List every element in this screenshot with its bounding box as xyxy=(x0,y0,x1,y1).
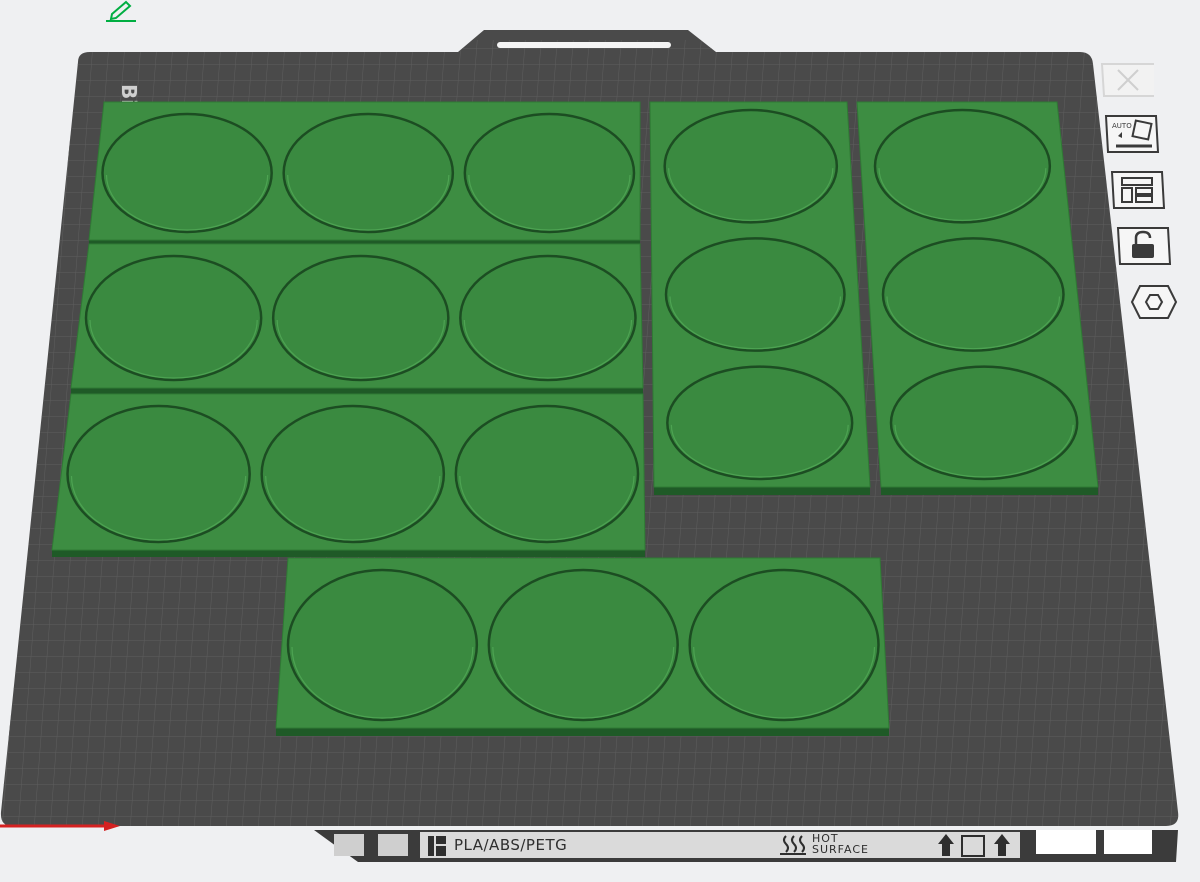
pocket xyxy=(459,254,637,382)
hot-surface-text-2: SURFACE xyxy=(812,843,869,856)
edit-plate-button[interactable] xyxy=(102,0,138,24)
pocket xyxy=(260,404,446,544)
model-base-tray-1x3-a[interactable] xyxy=(649,101,871,495)
model-base-tray-3x1-b[interactable] xyxy=(70,243,644,394)
pocket xyxy=(282,112,455,234)
pocket xyxy=(873,108,1052,224)
filament-type-label: PLA/ABS/PETG xyxy=(454,836,568,854)
close-plate-button[interactable] xyxy=(1098,60,1154,100)
arrange-button[interactable] xyxy=(1110,170,1166,210)
pocket xyxy=(487,568,679,722)
pocket xyxy=(66,404,251,544)
model-base-tray-3x1-a[interactable] xyxy=(88,101,641,245)
pocket xyxy=(454,404,640,544)
pocket xyxy=(84,254,263,382)
pocket xyxy=(688,568,880,722)
pencil-icon xyxy=(106,0,136,22)
pocket xyxy=(663,108,839,224)
model-base-tray-3x1-d[interactable] xyxy=(275,557,890,736)
plate-type-icon xyxy=(428,836,446,856)
close-icon xyxy=(1100,63,1154,97)
pocket xyxy=(664,237,846,352)
arrange-icon xyxy=(1110,171,1166,209)
pocket xyxy=(463,112,636,234)
model-base-tray-1x3-b[interactable] xyxy=(856,101,1099,495)
build-plate-viewport: Bi xyxy=(0,30,1179,862)
hex-nut-icon xyxy=(1130,285,1178,319)
lock-open-icon xyxy=(1116,227,1172,265)
pocket xyxy=(666,365,854,481)
plate-handle xyxy=(497,42,671,48)
lock-plate-button[interactable] xyxy=(1116,226,1172,266)
pocket xyxy=(271,254,450,382)
pocket xyxy=(881,237,1065,352)
auto-orient-label: AUTO xyxy=(1112,122,1132,130)
plate-settings-button[interactable] xyxy=(1124,282,1180,322)
pocket xyxy=(286,568,479,722)
auto-orient-button[interactable]: AUTO xyxy=(1104,114,1160,154)
pocket xyxy=(101,112,273,234)
pocket xyxy=(889,365,1079,481)
model-base-tray-3x1-c[interactable] xyxy=(51,393,646,557)
auto-orient-icon: AUTO xyxy=(1104,115,1160,153)
